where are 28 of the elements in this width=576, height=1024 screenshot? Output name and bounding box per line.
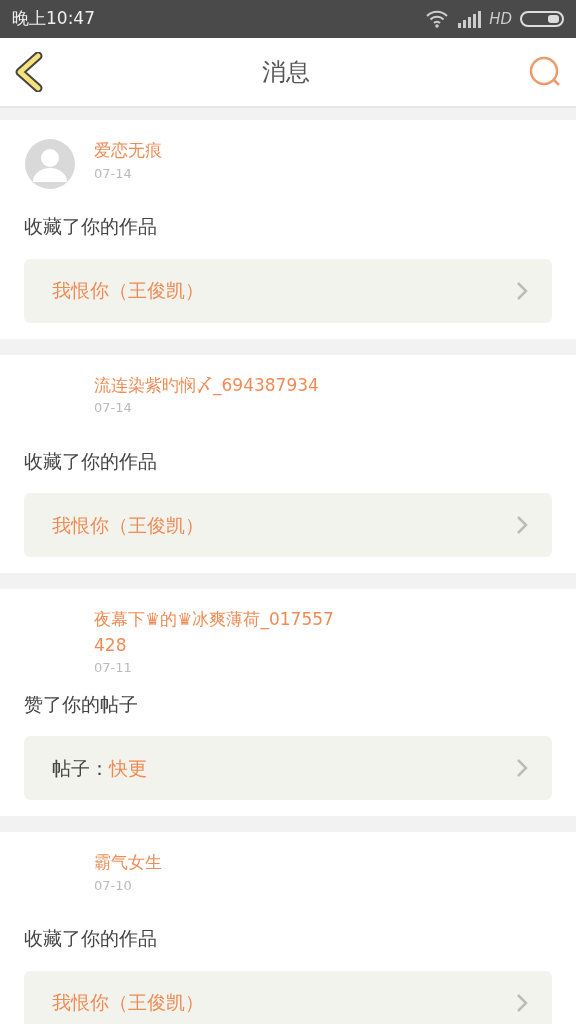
page-title: 消息: [262, 57, 310, 88]
target-link[interactable]: 我恨你（王俊凯）: [24, 258, 552, 323]
chevron-icon: [516, 515, 528, 535]
wifi-icon: [425, 10, 450, 28]
target-link[interactable]: 帖子：快更: [24, 736, 552, 800]
message-date: 07-11: [94, 659, 133, 677]
network-type: HD: [489, 8, 512, 30]
chevron-icon: [516, 992, 528, 1013]
status-time: 晚上10:47: [12, 7, 95, 31]
avatar-icon[interactable]: [24, 138, 76, 190]
message-date: 07-14: [94, 164, 133, 183]
username-link[interactable]: 爱恋无痕: [94, 138, 162, 164]
signal-icon: [457, 10, 482, 28]
message-date: 07-14: [94, 399, 133, 417]
target-link[interactable]: 我恨你（王俊凯）: [24, 970, 552, 1024]
message-action: 赞了你的帖子: [24, 691, 139, 717]
username-link[interactable]: 流连染紫旳悯〆_694387934: [94, 372, 319, 398]
message-date: 07-10: [94, 876, 133, 895]
message-action: 收藏了你的作品: [24, 448, 158, 474]
chevron-icon: [516, 280, 528, 301]
chevron-icon: [516, 758, 528, 778]
username-link[interactable]: 夜幕下♛的♛冰爽薄荷_017557428: [94, 607, 334, 658]
username-link[interactable]: 霸气女生: [94, 850, 162, 876]
target-link[interactable]: 我恨你（王俊凯）: [24, 493, 552, 557]
battery-icon: [520, 10, 564, 28]
message-action: 收藏了你的作品: [24, 926, 158, 951]
back-icon[interactable]: [14, 52, 44, 92]
message-action: 收藏了你的作品: [24, 214, 158, 239]
